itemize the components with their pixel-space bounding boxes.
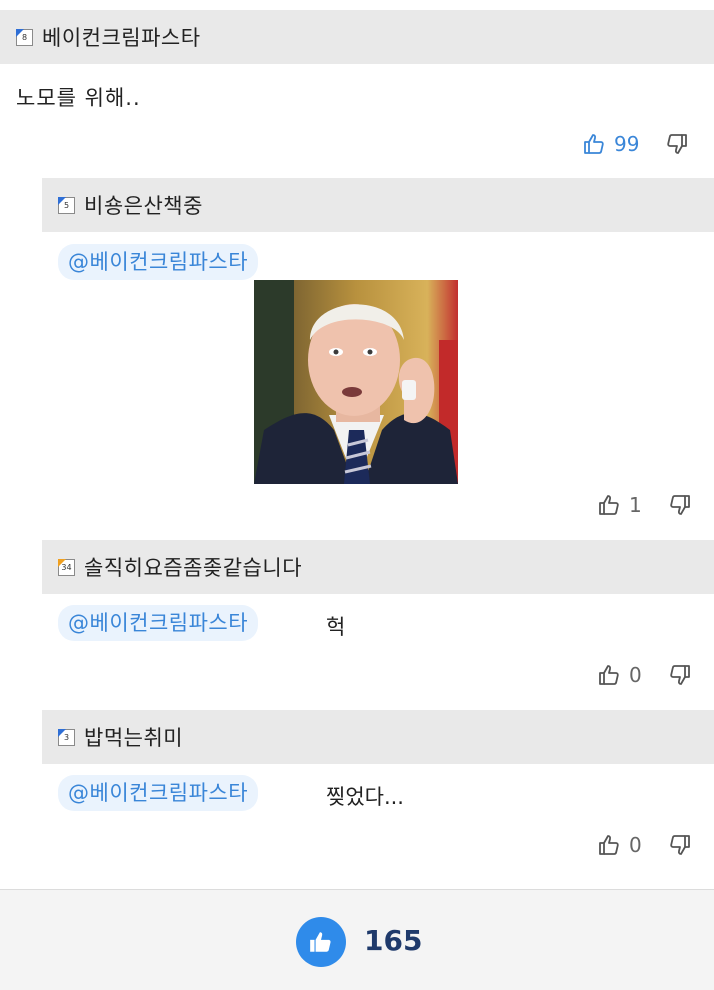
username[interactable]: 밥먹는취미	[84, 722, 183, 752]
thumbs-down-icon	[667, 134, 688, 154]
thumbs-up-icon	[599, 835, 619, 855]
thumbs-down-icon	[670, 495, 690, 515]
thumbs-up-icon	[310, 932, 331, 952]
like-button[interactable]	[597, 663, 621, 687]
like-count: 0	[629, 663, 642, 687]
thumbs-up-icon	[599, 495, 619, 515]
mention-tag[interactable]: @베이컨크림파스타	[58, 605, 259, 641]
level-number: 8	[21, 32, 28, 42]
post-like-count: 165	[364, 924, 423, 957]
level-badge: 8	[16, 28, 33, 46]
mention-tag[interactable]: @베이컨크림파스타	[58, 775, 259, 811]
footer-bar: 165	[0, 889, 714, 990]
post-like-button[interactable]	[296, 917, 346, 967]
username[interactable]: 비숑은산책중	[84, 190, 203, 220]
like-count: 0	[629, 833, 642, 857]
level-number: 34	[61, 562, 72, 572]
vote-row: 99	[582, 129, 689, 159]
reply-header: 34 솔직히요즘좀좆같습니다	[42, 540, 714, 594]
level-number: 5	[63, 200, 70, 210]
reply-text: 헉	[326, 615, 346, 639]
username[interactable]: 베이컨크림파스타	[42, 22, 201, 52]
level-number: 3	[63, 732, 70, 742]
reply-text: 찢었다...	[326, 785, 404, 809]
comment-text: 노모를 위해..	[16, 86, 141, 110]
dislike-button[interactable]	[668, 493, 692, 517]
reply-header: 5 비숑은산책중	[42, 178, 714, 232]
like-button[interactable]	[597, 833, 621, 857]
level-badge: 5	[58, 196, 75, 214]
comment-header: 8 베이컨크림파스타	[0, 10, 714, 64]
like-button[interactable]	[582, 132, 606, 156]
vote-row: 1	[597, 490, 692, 520]
reply-header: 3 밥먹는취미	[42, 710, 714, 764]
like-count: 1	[629, 493, 642, 517]
vote-row: 0	[597, 830, 692, 860]
thumbs-up-icon	[599, 665, 619, 685]
level-badge: 34	[58, 558, 75, 576]
dislike-button[interactable]	[668, 833, 692, 857]
thumbs-up-icon	[584, 134, 604, 154]
vote-row: 0	[597, 660, 692, 690]
like-count: 99	[614, 132, 640, 156]
thumbs-down-icon	[670, 835, 690, 855]
level-badge: 3	[58, 728, 75, 746]
dislike-button[interactable]	[668, 663, 692, 687]
portrait-image	[254, 280, 458, 484]
dislike-button[interactable]	[665, 132, 689, 156]
username[interactable]: 솔직히요즘좀좆같습니다	[84, 552, 302, 582]
mention-tag[interactable]: @베이컨크림파스타	[58, 244, 259, 280]
thumbs-down-icon	[670, 665, 690, 685]
like-button[interactable]	[597, 493, 621, 517]
comment-image[interactable]	[254, 280, 458, 484]
